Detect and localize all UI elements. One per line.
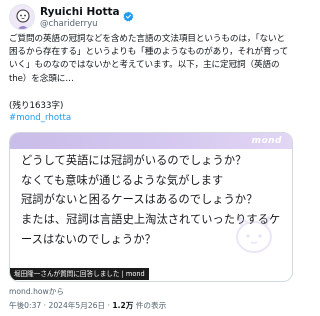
views-label: 件の表示 (133, 301, 167, 310)
card-source-link[interactable]: mond.howから (9, 287, 64, 297)
card-accent-bar: mond (10, 133, 292, 149)
hashtag-link[interactable]: #mond_rhotta (9, 112, 71, 124)
tweet-meta: 午後0:37 · 2024年5月26日 · 1.2万 件の表示 (9, 301, 166, 311)
avatar-illustration-icon (10, 5, 34, 29)
author-handle[interactable]: @chariderryu (40, 19, 98, 30)
views-count: 1.2万 (112, 301, 134, 310)
tweet-timestamp[interactable]: 午後0:37 · 2024年5月26日 · (9, 301, 112, 310)
verified-badge-icon (122, 7, 134, 22)
author-display-name[interactable]: Ryuichi Hotta (40, 6, 120, 19)
mascot-watermark-icon (236, 214, 272, 253)
tweet-header: Ryuichi Hotta @chariderryu (9, 4, 291, 34)
card-caption: 堀田隆一さんが質問に回答しました | mond (10, 268, 149, 280)
author-name-row: Ryuichi Hotta (40, 6, 134, 22)
card-image: mond どうして英語には冠詞がいるのでしょうか？ なくても意味が通じるような気… (10, 133, 292, 281)
link-card[interactable]: mond どうして英語には冠詞がいるのでしょうか？ なくても意味が通じるような気… (9, 132, 293, 282)
remaining-characters: (残り1633字) (9, 101, 64, 111)
tweet-text: ご質問の英語の冠詞などを含めた言語の文法項目というものは，「ないと困るから存在す… (9, 34, 289, 84)
mond-logo: mond (251, 136, 282, 146)
avatar[interactable] (9, 4, 35, 30)
